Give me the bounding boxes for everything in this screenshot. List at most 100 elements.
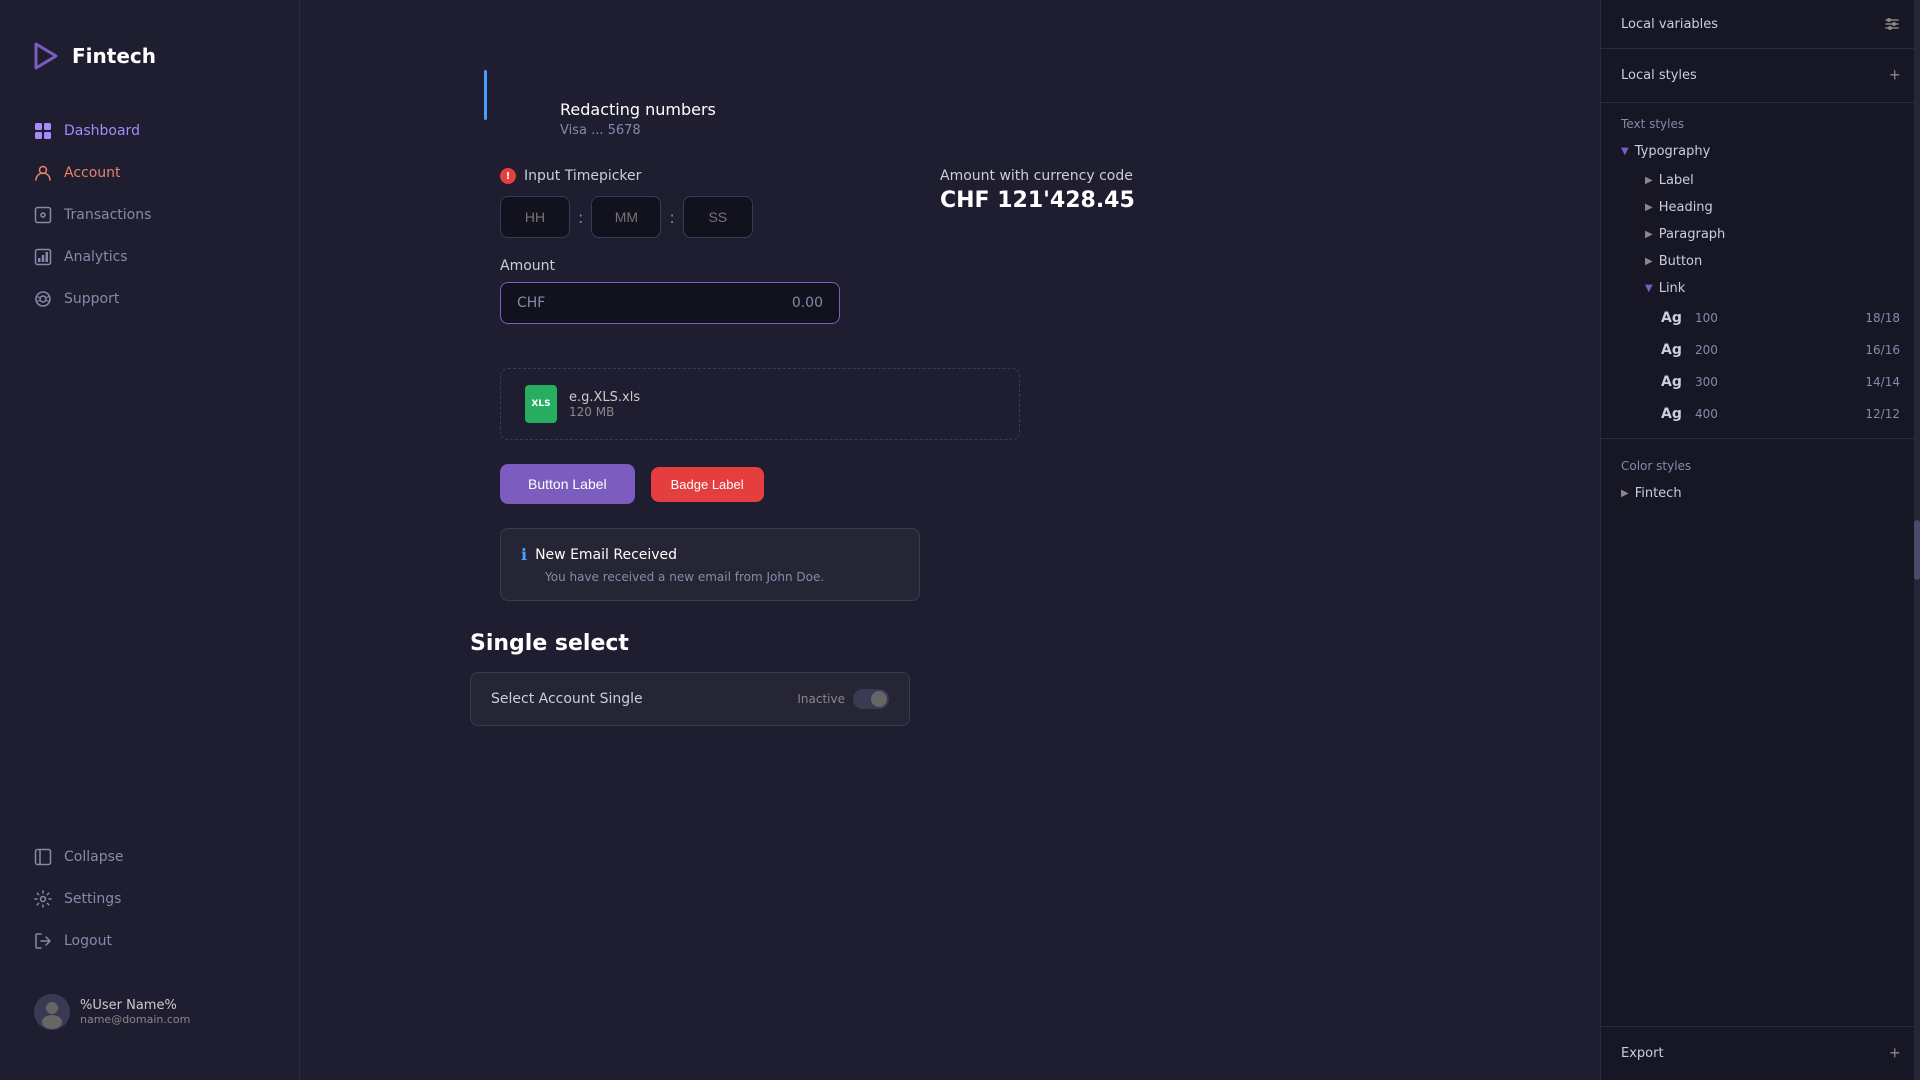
sidebar-item-settings[interactable]: Settings <box>20 880 279 918</box>
logout-icon <box>34 932 52 950</box>
sidebar-label-support: Support <box>64 291 119 307</box>
timepicker: : : <box>500 196 840 238</box>
redacting-subtitle: Visa ... 5678 <box>560 123 1560 138</box>
typography-group[interactable]: ▼ Typography <box>1621 136 1900 167</box>
dashboard-icon <box>34 122 52 140</box>
local-styles-title: Local styles <box>1621 68 1697 83</box>
export-section: Export + <box>1601 1026 1920 1080</box>
logo-icon <box>30 40 62 72</box>
link-weight-400[interactable]: Ag 400 12/12 <box>1621 398 1900 430</box>
export-title: Export <box>1621 1046 1664 1061</box>
sidebar-item-support[interactable]: Support <box>20 280 279 318</box>
user-email: name@domain.com <box>80 1013 190 1026</box>
paragraph-text: Paragraph <box>1659 227 1726 242</box>
style-item-paragraph[interactable]: ▶ Paragraph <box>1621 221 1900 248</box>
nav-bottom: Collapse Settings Logout <box>20 838 279 1040</box>
amount-input[interactable]: CHF 0.00 <box>500 282 840 324</box>
chevron-down-icon-link: ▼ <box>1645 283 1653 294</box>
info-icon: ℹ <box>521 545 527 564</box>
chevron-right-icon-label: ▶ <box>1645 175 1653 186</box>
link-weight-100[interactable]: Ag 100 18/18 <box>1621 302 1900 334</box>
sidebar: Fintech Dashboard <box>0 0 300 1080</box>
label-text: Label <box>1659 173 1694 188</box>
primary-button[interactable]: Button Label <box>500 464 635 504</box>
logo: Fintech <box>20 40 279 72</box>
redacting-title: Redacting numbers <box>560 100 1560 119</box>
export-add-button[interactable]: + <box>1889 1043 1900 1064</box>
chevron-right-icon-fintech: ▶ <box>1621 488 1629 499</box>
sidebar-item-transactions[interactable]: Transactions <box>20 196 279 234</box>
link-weight-300[interactable]: Ag 300 14/14 <box>1621 366 1900 398</box>
hour-input[interactable] <box>500 196 570 238</box>
ag-100: Ag <box>1661 310 1685 326</box>
button-text: Button <box>1659 254 1703 269</box>
select-account-label: Select Account Single <box>491 691 643 707</box>
select-account[interactable]: Select Account Single Inactive <box>470 672 910 726</box>
redacting-section: Redacting numbers Visa ... 5678 <box>560 100 1560 138</box>
color-styles-label: Color styles <box>1621 459 1691 473</box>
style-item-button[interactable]: ▶ Button <box>1621 248 1900 275</box>
second-input[interactable] <box>683 196 753 238</box>
sidebar-item-dashboard[interactable]: Dashboard <box>20 112 279 150</box>
sidebar-item-account[interactable]: Account <box>20 154 279 192</box>
support-icon <box>34 290 52 308</box>
toggle-knob <box>871 691 887 707</box>
sidebar-label-settings: Settings <box>64 891 121 907</box>
file-name: e.g.XLS.xls <box>569 390 640 405</box>
sidebar-item-logout[interactable]: Logout <box>20 922 279 960</box>
typography-label: Typography <box>1635 144 1711 159</box>
style-item-heading[interactable]: ▶ Heading <box>1621 194 1900 221</box>
toggle-switch[interactable] <box>853 689 889 709</box>
collapse-icon <box>34 848 52 866</box>
account-icon <box>34 164 52 182</box>
settings-icon <box>34 890 52 908</box>
notification-card: ℹ New Email Received You have received a… <box>500 528 920 601</box>
currency-value: CHF 121'428.45 <box>940 188 1135 213</box>
add-style-button[interactable]: + <box>1889 65 1900 86</box>
ag-300: Ag <box>1661 374 1685 390</box>
fintech-color-group[interactable]: ▶ Fintech <box>1621 478 1900 509</box>
text-styles-label: Text styles <box>1621 117 1684 131</box>
main-content: Redacting numbers Visa ... 5678 ! Input … <box>300 0 1600 1080</box>
sidebar-label-logout: Logout <box>64 933 112 949</box>
amount-currency: CHF <box>517 295 545 311</box>
adjust-icon[interactable] <box>1884 16 1900 32</box>
link-weight-200[interactable]: Ag 200 16/16 <box>1621 334 1900 366</box>
toggle-wrapper: Inactive <box>797 689 889 709</box>
style-item-link[interactable]: ▼ Link <box>1621 275 1900 302</box>
file-upload[interactable]: XLS e.g.XLS.xls 120 MB <box>500 368 1020 440</box>
badge-button[interactable]: Badge Label <box>651 467 764 502</box>
currency-display-section: Amount with currency code CHF 121'428.45 <box>940 168 1135 213</box>
sidebar-label-transactions: Transactions <box>64 207 151 223</box>
timepicker-section: ! Input Timepicker : : Amount CHF 0.00 <box>500 168 840 344</box>
blue-vertical-line <box>484 70 487 120</box>
style-item-label[interactable]: ▶ Label <box>1621 167 1900 194</box>
chevron-down-icon: ▼ <box>1621 146 1629 157</box>
separator-1: : <box>578 208 583 227</box>
sidebar-label-collapse: Collapse <box>64 849 124 865</box>
heading-text: Heading <box>1659 200 1713 215</box>
ag-400: Ag <box>1661 406 1685 422</box>
chevron-right-icon-button: ▶ <box>1645 256 1653 267</box>
currency-label: Amount with currency code <box>940 168 1135 184</box>
scrollbar-thumb[interactable] <box>1914 520 1920 580</box>
inactive-label: Inactive <box>797 692 845 706</box>
sidebar-label-dashboard: Dashboard <box>64 123 140 139</box>
amount-value: 0.00 <box>792 295 823 311</box>
single-select-title: Single select <box>470 631 1560 656</box>
notification-title: ℹ New Email Received <box>521 545 899 564</box>
user-name: %User Name% <box>80 998 190 1013</box>
file-size: 120 MB <box>569 405 640 419</box>
analytics-icon <box>34 248 52 266</box>
error-badge: ! <box>500 168 516 184</box>
amount-label: Amount <box>500 258 840 274</box>
chevron-right-icon-paragraph: ▶ <box>1645 229 1653 240</box>
sidebar-label-account: Account <box>64 165 121 181</box>
minute-input[interactable] <box>591 196 661 238</box>
logo-text: Fintech <box>72 44 156 68</box>
sidebar-item-collapse[interactable]: Collapse <box>20 838 279 876</box>
local-variables-title: Local variables <box>1621 17 1718 32</box>
transactions-icon <box>34 206 52 224</box>
sidebar-item-analytics[interactable]: Analytics <box>20 238 279 276</box>
user-info: %User Name% name@domain.com <box>20 984 279 1040</box>
